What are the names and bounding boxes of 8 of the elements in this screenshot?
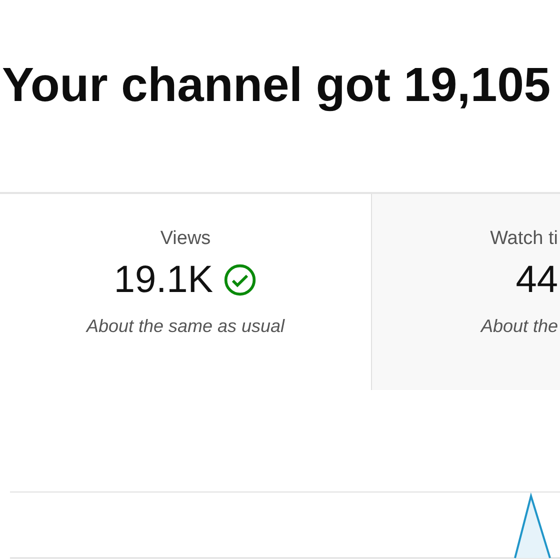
metric-label: Watch ti xyxy=(490,228,558,250)
metric-label: Views xyxy=(160,228,211,250)
metric-value: 44 xyxy=(516,258,558,302)
headline: Your channel got 19,105 xyxy=(2,58,551,114)
metric-note: About the xyxy=(480,316,558,337)
metric-value: 19.1K xyxy=(114,258,214,302)
metric-tab[interactable]: Watch ti 44 About the xyxy=(372,194,560,390)
metric-note: About the same as usual xyxy=(86,316,285,337)
